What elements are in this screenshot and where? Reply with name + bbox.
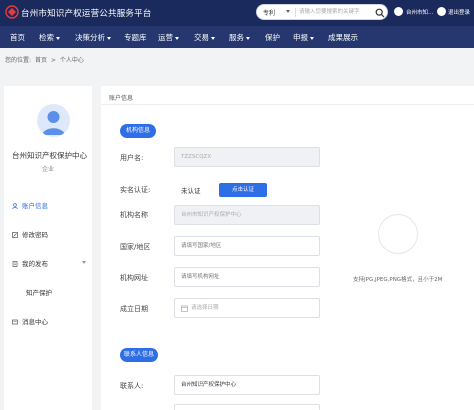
edit-icon <box>12 232 18 238</box>
breadcrumb: 您的位置: 首页 > 个人中心 <box>5 55 86 64</box>
upload-hint: 支持JPG,JPEG,PNG格式，且小于2M <box>353 277 443 283</box>
org-name-field: 台州市知识产权保护中心 <box>174 205 320 225</box>
sidebar-item-my-posts[interactable]: 我的发布 <box>12 258 48 268</box>
founded-date-picker[interactable]: 请选择日期 <box>174 298 320 318</box>
account-info-panel: 账户信息 机构信息 用户名: TZZSCQZX 实名认证: 未认证 点击认证 机… <box>101 86 474 410</box>
nav-item-trade[interactable]: 交易 <box>194 32 215 43</box>
sidebar-item-label[interactable]: 我的发布 <box>22 260 48 268</box>
document-icon <box>12 261 18 267</box>
nav-item-home[interactable]: 首页 <box>10 32 25 43</box>
date-placeholder: 请选择日期 <box>191 305 219 311</box>
user-icon <box>12 203 18 209</box>
chevron-down-icon <box>175 36 179 40</box>
search-icon[interactable] <box>375 8 385 18</box>
chevron-down-icon <box>211 36 215 40</box>
search-scope-select[interactable]: 专利 <box>263 8 275 17</box>
site-title[interactable]: 台州市知识产权运营公共服务平台 <box>21 7 152 19</box>
country-field[interactable] <box>174 236 320 256</box>
logo-upload[interactable] <box>378 214 418 254</box>
search-input[interactable] <box>299 7 373 17</box>
profile-org-type: 企业 <box>41 166 54 173</box>
main-nav: 首页 检索 决策分析 专题库 运营 交易 服务 保护 申报 成果展示 <box>0 26 474 48</box>
breadcrumb-separator: > <box>50 57 56 64</box>
username-field: TZZSCQZX <box>174 147 320 167</box>
sidebar-item-label[interactable]: 消息中心 <box>22 318 48 326</box>
nav-label[interactable]: 首页 <box>10 33 25 42</box>
profile-avatar <box>37 104 70 137</box>
nav-item-achievements[interactable]: 成果展示 <box>328 32 358 43</box>
chevron-down-icon <box>246 36 250 40</box>
nav-label[interactable]: 保护 <box>265 33 280 42</box>
org-name-label: 机构名称 <box>120 211 148 219</box>
breadcrumb-current: 个人中心 <box>59 57 84 64</box>
website-label: 机构网址 <box>120 274 148 282</box>
nav-item-analysis[interactable]: 决策分析 <box>75 32 111 43</box>
panel-title: 账户信息 <box>109 95 134 102</box>
account-sidebar: 台州知识产权保护中心 企业 账户信息 修改密码 我的发布 知产保护 消息中心 <box>4 86 92 410</box>
profile-org-name: 台州知识产权保护中心 <box>12 151 87 160</box>
search-divider <box>295 8 296 17</box>
user-avatar-icon <box>394 7 403 16</box>
nav-item-topic-db[interactable]: 专题库 <box>124 32 147 43</box>
website-field[interactable] <box>174 267 320 287</box>
sidebar-item-change-password[interactable]: 修改密码 <box>12 229 48 239</box>
nav-label[interactable]: 运营 <box>158 33 173 42</box>
user-avatar-icon <box>42 111 65 135</box>
nav-label[interactable]: 成果展示 <box>328 33 358 42</box>
contact-field[interactable]: 台州知识产权保护中心 <box>174 375 320 395</box>
contact-phone-field[interactable] <box>174 404 320 410</box>
founded-date-label: 成立日期 <box>120 305 148 313</box>
chevron-down-icon <box>310 36 314 40</box>
real-name-status: 未认证 <box>181 187 201 195</box>
platform-logo-icon <box>5 5 19 19</box>
sidebar-item-label[interactable]: 账户信息 <box>22 202 48 210</box>
calendar-icon <box>181 305 188 312</box>
section-contact-info: 联系人信息 <box>120 348 158 362</box>
country-label: 国家/地区 <box>120 243 151 251</box>
logout-button[interactable]: 退出登录 <box>437 6 473 19</box>
sidebar-item-account-info[interactable]: 账户信息 <box>12 200 48 210</box>
nav-item-service[interactable]: 服务 <box>229 32 250 43</box>
nav-item-protection[interactable]: 保护 <box>265 32 280 43</box>
chevron-down-icon <box>56 36 60 40</box>
nav-label[interactable]: 服务 <box>229 33 244 42</box>
nav-label[interactable]: 决策分析 <box>75 33 105 42</box>
nav-item-search[interactable]: 检索 <box>39 32 60 43</box>
sidebar-subitem-ip-protection[interactable]: 知产保护 <box>26 287 52 297</box>
chevron-down-icon <box>107 36 111 40</box>
top-header: 台州市知识产权运营公共服务平台 专利 台州市知... 退出登录 <box>0 0 474 26</box>
nav-item-declare[interactable]: 申报 <box>293 32 314 43</box>
sidebar-item-label[interactable]: 修改密码 <box>22 231 48 239</box>
chevron-down-icon[interactable] <box>286 10 290 13</box>
username-label: 用户名: <box>120 154 144 162</box>
nav-label[interactable]: 检索 <box>39 33 54 42</box>
nav-label[interactable]: 申报 <box>293 33 308 42</box>
contact-label: 联系人: <box>120 382 144 390</box>
section-org-info: 机构信息 <box>120 124 156 138</box>
real-name-label: 实名认证: <box>120 186 151 194</box>
chevron-down-icon[interactable] <box>82 261 86 264</box>
logout-icon <box>437 7 446 16</box>
divider <box>101 104 474 105</box>
nav-label[interactable]: 专题库 <box>124 33 147 42</box>
user-menu[interactable]: 台州市知... <box>394 6 434 19</box>
nav-item-operation[interactable]: 运营 <box>158 32 179 43</box>
search-bar: 专利 <box>256 4 388 20</box>
verify-button[interactable]: 点击认证 <box>219 183 267 197</box>
sidebar-item-message-center[interactable]: 消息中心 <box>12 316 48 326</box>
breadcrumb-home[interactable]: 首页 <box>35 57 47 64</box>
logout-label[interactable]: 退出登录 <box>448 8 470 16</box>
user-name[interactable]: 台州市知... <box>406 8 433 16</box>
nav-label[interactable]: 交易 <box>194 33 209 42</box>
message-icon <box>12 319 18 325</box>
breadcrumb-prefix: 您的位置: <box>5 57 32 64</box>
